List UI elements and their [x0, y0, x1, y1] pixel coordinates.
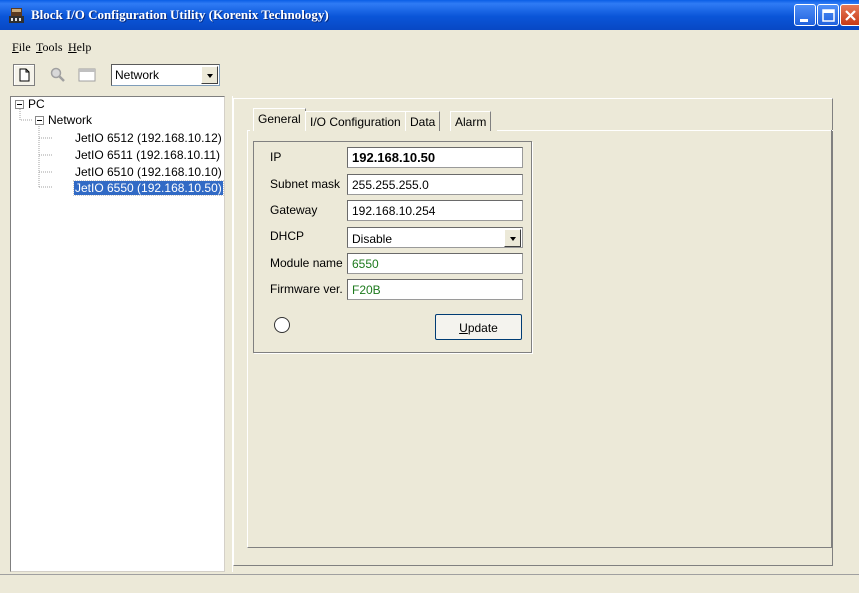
search-icon	[50, 67, 65, 82]
firmware-version-label: Firmware ver.	[270, 282, 343, 296]
tab-alarm-label: Alarm	[455, 115, 487, 129]
close-button[interactable]	[840, 4, 859, 26]
tree-node-device[interactable]: JetIO 6511 (192.168.10.11)	[75, 148, 220, 162]
update-button-label: Update	[459, 321, 498, 335]
minimize-icon	[800, 19, 808, 22]
ip-label: IP	[270, 150, 282, 164]
view-select-value: Network	[115, 68, 160, 82]
module-name-label: Module name	[270, 256, 343, 270]
tree-collapse-icon[interactable]	[15, 100, 24, 109]
status-bar	[0, 574, 859, 593]
tab-io-configuration-label: I/O Configuration	[310, 115, 401, 129]
module-name-field: 6550	[347, 253, 523, 274]
gateway-label: Gateway	[270, 203, 318, 217]
tab-alarm[interactable]: Alarm	[450, 111, 492, 131]
search-button[interactable]	[48, 66, 66, 84]
device-tree[interactable]: PC Network JetIO 6512 (192.168.10.12) Je…	[10, 96, 225, 572]
subnet-mask-label: Subnet mask	[270, 177, 341, 191]
tab-data-label: Data	[410, 115, 436, 129]
menu-file[interactable]: File	[12, 40, 31, 55]
view-select[interactable]: Network	[111, 64, 220, 86]
close-icon	[845, 10, 856, 21]
ip-field[interactable]: 192.168.10.50	[347, 147, 523, 168]
new-icon	[19, 68, 30, 82]
dhcp-select[interactable]: Disable	[347, 227, 523, 248]
app-icon	[9, 8, 24, 23]
tree-node-device-selected[interactable]: JetIO 6550 (192.168.10.50)	[73, 180, 224, 196]
menu-bar: File Tools Help	[0, 32, 859, 58]
tab-io-configuration[interactable]: I/O Configuration	[305, 111, 406, 131]
dhcp-select-value: Disable	[352, 232, 393, 246]
window-title: Block I/O Configuration Utility (Korenix…	[31, 7, 329, 22]
tree-node-network[interactable]: Network	[48, 113, 92, 127]
menu-tools[interactable]: Tools	[36, 40, 63, 55]
gateway-field[interactable]: 192.168.10.254	[347, 200, 523, 221]
dhcp-label: DHCP	[270, 229, 305, 243]
tab-general[interactable]: General	[253, 108, 306, 131]
tree-collapse-icon[interactable]	[35, 116, 44, 125]
tab-data[interactable]: Data	[405, 111, 441, 131]
firmware-version-field: F20B	[347, 279, 523, 300]
maximize-icon	[822, 9, 835, 22]
chevron-down-icon[interactable]	[504, 229, 521, 247]
maximize-button[interactable]	[817, 4, 839, 26]
title-bar[interactable]: Block I/O Configuration Utility (Korenix…	[0, 0, 859, 30]
tree-node-device[interactable]: JetIO 6512 (192.168.10.12)	[75, 131, 222, 145]
update-button[interactable]: Update	[435, 314, 522, 340]
minimize-button[interactable]	[794, 4, 816, 26]
status-led-icon	[274, 317, 290, 333]
tree-node-pc[interactable]: PC	[28, 97, 45, 111]
new-button[interactable]	[13, 64, 35, 86]
tab-general-label: General	[258, 112, 301, 126]
tree-node-device[interactable]: JetIO 6510 (192.168.10.10)	[75, 165, 222, 179]
window-button[interactable]	[78, 67, 96, 83]
window-icon	[78, 68, 96, 82]
subnet-mask-field[interactable]: 255.255.255.0	[347, 174, 523, 195]
toolbar: Network	[0, 58, 859, 94]
menu-help[interactable]: Help	[68, 40, 91, 55]
chevron-down-icon[interactable]	[201, 66, 218, 84]
